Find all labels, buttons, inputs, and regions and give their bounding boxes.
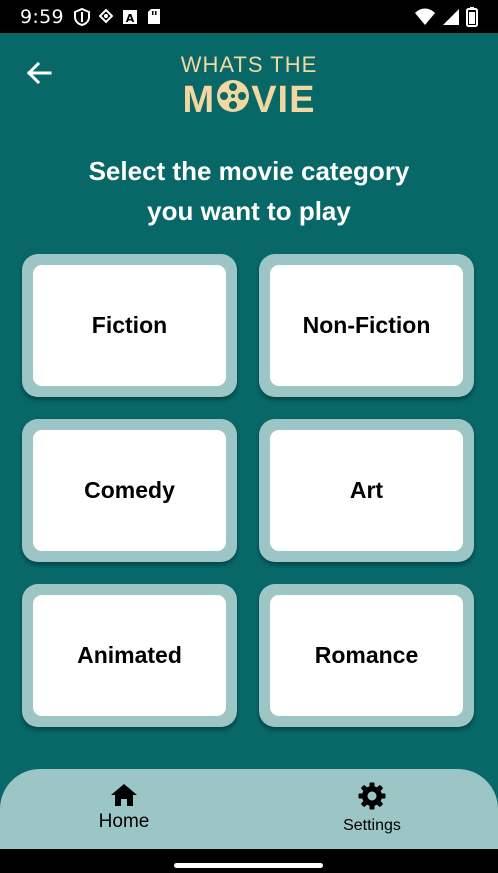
status-time: 9:59 [20,5,64,28]
wifi-icon [415,8,435,25]
status-left-icons: A [73,7,161,26]
home-icon [111,784,137,806]
svg-text:A: A [126,12,135,25]
nav-settings-button[interactable]: Settings [302,769,442,849]
signal-icon [443,8,459,25]
category-label: Comedy [33,430,226,551]
category-prompt: Select the movie category you want to pl… [0,151,498,231]
gear-icon [358,782,386,810]
category-card-art[interactable]: Art [259,419,474,562]
app-logo: WHATS THE M VIE [0,51,498,121]
shield-icon [73,7,90,26]
logo-letter-m: M [182,79,216,121]
battery-icon [466,6,478,27]
prompt-line-1: Select the movie category [88,156,410,186]
a-box-icon: A [122,9,137,25]
category-label: Romance [270,595,463,716]
prompt-line-2: you want to play [147,196,351,226]
category-label: Animated [33,595,226,716]
status-bar: 9:59 A [0,0,498,33]
logo-letters-vie: VIE [251,79,316,121]
bottom-navigation: Home Settings [0,769,498,849]
home-gesture-bar[interactable] [174,863,323,868]
status-right-icons [414,6,478,27]
film-reel-icon [216,79,250,121]
app-screen: WHATS THE M VIE Select the movie categor… [0,33,498,849]
category-card-fiction[interactable]: Fiction [22,254,237,397]
category-card-romance[interactable]: Romance [259,584,474,727]
category-label: Art [270,430,463,551]
data-saver-icon [98,8,113,23]
logo-bottom-text: M VIE [0,79,498,121]
category-label: Non-Fiction [270,265,463,386]
category-card-comedy[interactable]: Comedy [22,419,237,562]
category-card-non-fiction[interactable]: Non-Fiction [259,254,474,397]
nav-settings-label: Settings [343,817,401,834]
nav-home-button[interactable]: Home [54,769,194,849]
category-label: Fiction [33,265,226,386]
logo-top-text: WHATS THE [180,52,318,77]
gesture-area [0,849,498,873]
sd-card-icon [147,9,160,24]
nav-home-label: Home [98,811,150,832]
category-card-animated[interactable]: Animated [22,584,237,727]
